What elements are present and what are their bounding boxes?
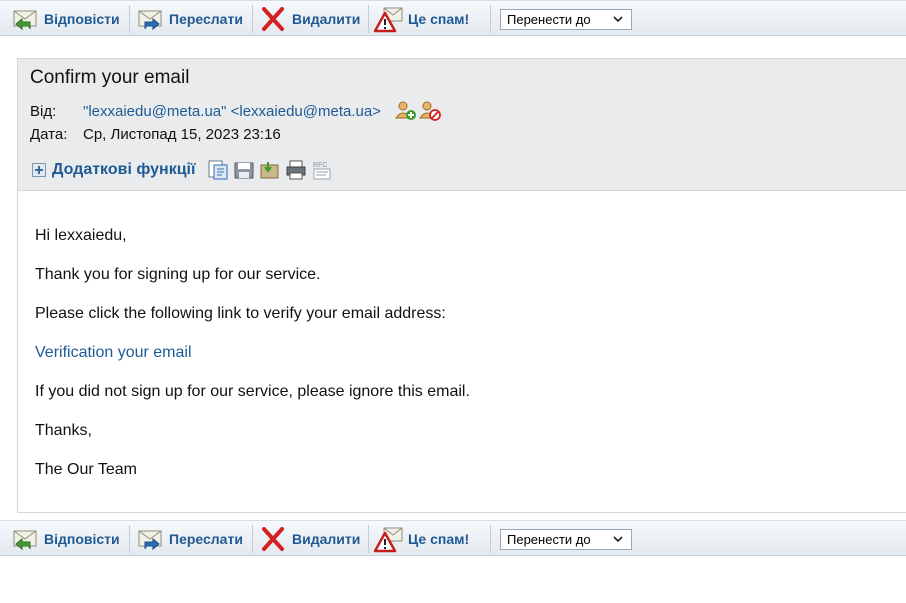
from-row: Від: "lexxaiedu@meta.ua" <lexxaiedu@meta… (30, 100, 441, 122)
date-row: Дата: Ср, Листопад 15, 2023 23:16 (30, 126, 281, 143)
body-thanks: Thanks, (35, 422, 92, 439)
message-header: Confirm your email Від: "lexxaiedu@meta.… (18, 59, 906, 191)
expand-plus-icon[interactable] (32, 163, 46, 177)
delete-button[interactable]: Видалити (250, 3, 360, 34)
spam-button[interactable]: Це спам! (366, 3, 469, 34)
body-greeting: Hi lexxaiedu, (35, 227, 127, 244)
toolbar-separator (490, 5, 491, 33)
print-icon[interactable] (285, 159, 307, 181)
body-signature: The Our Team (35, 461, 137, 478)
spam-warning-icon (374, 7, 403, 32)
toolbar-separator (490, 525, 491, 553)
save-icon[interactable] (233, 159, 255, 181)
delete-x-icon (262, 6, 284, 31)
spam-button[interactable]: Це спам! (366, 523, 469, 554)
extras-bar: Додаткові функції RFC (32, 159, 337, 181)
rfc-icon[interactable]: RFC (311, 159, 333, 181)
spam-warning-icon (374, 527, 403, 552)
forward-button[interactable]: Переслати (127, 3, 243, 34)
move-to-select[interactable]: Перенести до (500, 529, 632, 550)
reply-label: Відповісти (44, 10, 120, 27)
move-to-label: Перенести до (507, 12, 591, 27)
move-to-select[interactable]: Перенести до (500, 9, 632, 30)
delete-label: Видалити (292, 10, 361, 27)
block-contact-icon[interactable] (418, 100, 441, 122)
add-contact-icon[interactable] (394, 100, 417, 122)
reply-button[interactable]: Відповісти (2, 523, 120, 554)
delete-label: Видалити (292, 530, 361, 547)
date-value: Ср, Листопад 15, 2023 23:16 (83, 126, 281, 143)
from-address[interactable]: "lexxaiedu@meta.ua" <lexxaiedu@meta.ua> (83, 103, 381, 120)
body-line-2: Please click the following link to verif… (35, 305, 446, 322)
forward-label: Переслати (169, 10, 243, 27)
forward-icon (138, 530, 162, 550)
body-line-3: If you did not sign up for our service, … (35, 383, 470, 400)
forward-button[interactable]: Переслати (127, 523, 243, 554)
forward-icon (138, 10, 162, 30)
date-label: Дата: (30, 126, 68, 143)
download-icon[interactable] (259, 159, 281, 181)
top-toolbar: Відповісти Переслати Видалити Це спам! П… (0, 0, 906, 36)
view-source-icon[interactable] (207, 159, 229, 181)
from-label: Від: (30, 102, 57, 120)
chevron-down-icon (613, 16, 623, 23)
spam-label: Це спам! (408, 530, 470, 547)
bottom-toolbar: Відповісти Переслати Видалити Це спам! П… (0, 520, 906, 556)
extras-link[interactable]: Додаткові функції (52, 161, 195, 179)
reply-icon (13, 10, 37, 30)
chevron-down-icon (613, 536, 623, 543)
reply-button[interactable]: Відповісти (2, 3, 120, 34)
verification-link[interactable]: Verification your email (35, 344, 192, 362)
move-to-label: Перенести до (507, 532, 591, 547)
message-panel: Confirm your email Від: "lexxaiedu@meta.… (17, 58, 906, 513)
reply-icon (13, 530, 37, 550)
forward-label: Переслати (169, 530, 243, 547)
reply-label: Відповісти (44, 530, 120, 547)
spam-label: Це спам! (408, 10, 470, 27)
delete-x-icon (262, 526, 284, 551)
body-line-1: Thank you for signing up for our service… (35, 266, 321, 283)
svg-text:RFC: RFC (313, 162, 327, 169)
message-subject: Confirm your email (30, 67, 190, 88)
delete-button[interactable]: Видалити (250, 523, 360, 554)
